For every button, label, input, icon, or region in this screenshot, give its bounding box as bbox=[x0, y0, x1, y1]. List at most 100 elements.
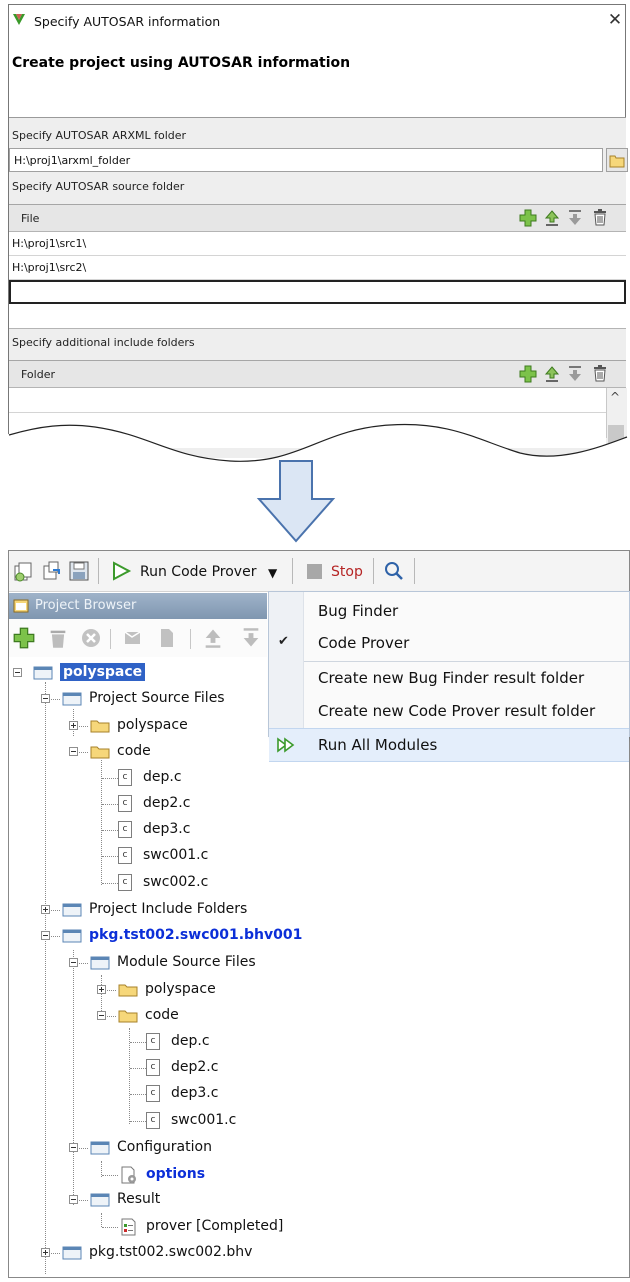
expand-icon[interactable] bbox=[97, 985, 106, 994]
tree-node-module-swc001[interactable]: pkg.tst002.swc001.bhv001 bbox=[89, 927, 302, 943]
checkmark-icon: ✔ bbox=[278, 634, 289, 649]
tree-node-file[interactable]: swc002.c bbox=[143, 874, 208, 890]
result-icon bbox=[121, 1218, 136, 1236]
menu-item-new-bug-finder-result-folder[interactable]: Create new Bug Finder result folder bbox=[318, 669, 584, 687]
browse-folder-button[interactable] bbox=[606, 148, 628, 172]
move-up-icon[interactable] bbox=[543, 209, 561, 227]
move-down-icon[interactable] bbox=[566, 365, 584, 383]
source-row-path: H:\proj1\src1\ bbox=[12, 237, 87, 250]
run-icon[interactable] bbox=[110, 560, 132, 582]
tree-node-polyspace[interactable]: polyspace bbox=[145, 981, 216, 997]
remove-icon[interactable] bbox=[80, 627, 102, 649]
delete-icon[interactable] bbox=[47, 627, 69, 649]
toolbar-separator bbox=[98, 558, 99, 584]
module-icon bbox=[62, 929, 82, 943]
tree-node-project-include-folders[interactable]: Project Include Folders bbox=[89, 901, 247, 917]
module-icon[interactable] bbox=[122, 627, 144, 649]
toolbar-separator bbox=[190, 629, 191, 649]
tree-node-file[interactable]: dep2.c bbox=[171, 1059, 218, 1075]
move-down-icon[interactable] bbox=[240, 627, 262, 649]
close-icon[interactable]: ✕ bbox=[606, 10, 624, 30]
collapse-icon[interactable] bbox=[41, 694, 50, 703]
dialog-title: Specify AUTOSAR information bbox=[34, 14, 221, 29]
c-file-icon: c bbox=[146, 1059, 160, 1076]
tree-node-module-swc002[interactable]: pkg.tst002.swc002.bhv bbox=[89, 1244, 252, 1260]
source-row-path: H:\proj1\src2\ bbox=[12, 261, 87, 274]
menu-item-code-prover[interactable]: Code Prover bbox=[318, 634, 409, 652]
include-folders-label: Specify additional include folders bbox=[12, 336, 195, 349]
tree-node-file[interactable]: dep3.c bbox=[143, 821, 190, 837]
source-table-row-editing[interactable] bbox=[9, 280, 626, 304]
delete-icon[interactable] bbox=[591, 364, 609, 382]
tree-node-project-source-files[interactable]: Project Source Files bbox=[89, 690, 225, 706]
new-project-icon[interactable] bbox=[12, 560, 34, 582]
stop-icon[interactable] bbox=[307, 564, 322, 579]
stop-button[interactable]: Stop bbox=[331, 564, 363, 580]
search-icon[interactable] bbox=[383, 560, 405, 582]
run-dropdown-icon[interactable]: ▼ bbox=[268, 566, 277, 580]
move-up-icon[interactable] bbox=[543, 365, 561, 383]
add-icon[interactable] bbox=[13, 627, 35, 649]
delete-icon[interactable] bbox=[591, 208, 609, 226]
arxml-folder-label: Specify AUTOSAR ARXML folder bbox=[12, 129, 187, 142]
menu-item-bug-finder[interactable]: Bug Finder bbox=[318, 602, 398, 620]
add-icon[interactable] bbox=[519, 209, 537, 227]
add-icon[interactable] bbox=[519, 365, 537, 383]
dialog-heading: Create project using AUTOSAR information bbox=[12, 55, 351, 71]
expand-icon[interactable] bbox=[69, 721, 78, 730]
tree-node-code[interactable]: code bbox=[145, 1007, 179, 1023]
tree-node-polyspace[interactable]: polyspace bbox=[117, 717, 188, 733]
tree-node-file[interactable]: dep.c bbox=[143, 769, 182, 785]
collapse-icon[interactable] bbox=[69, 1143, 78, 1152]
expand-icon[interactable] bbox=[41, 905, 50, 914]
project-browser-header: Project Browser bbox=[9, 593, 267, 619]
tree-node-code[interactable]: code bbox=[117, 743, 151, 759]
tree-node-configuration[interactable]: Configuration bbox=[117, 1139, 212, 1155]
expand-icon[interactable] bbox=[41, 1248, 50, 1257]
tree-node-file[interactable]: dep3.c bbox=[171, 1085, 218, 1101]
collapse-icon[interactable] bbox=[41, 931, 50, 940]
move-down-icon[interactable] bbox=[566, 209, 584, 227]
toolbar-separator bbox=[110, 629, 111, 649]
source-table-empty-area bbox=[9, 304, 626, 329]
folder-icon bbox=[118, 984, 138, 997]
menu-item-new-code-prover-result-folder[interactable]: Create new Code Prover result folder bbox=[318, 702, 595, 720]
collapse-icon[interactable] bbox=[69, 958, 78, 967]
tree-node-result[interactable]: Result bbox=[117, 1191, 160, 1207]
tree-node-file[interactable]: swc001.c bbox=[171, 1112, 236, 1128]
folder-icon bbox=[90, 1193, 110, 1207]
source-table-row[interactable]: H:\proj1\src2\ bbox=[9, 256, 626, 280]
tree-node-file[interactable]: swc001.c bbox=[143, 847, 208, 863]
collapse-icon[interactable] bbox=[69, 747, 78, 756]
tree-node-prover-result[interactable]: prover [Completed] bbox=[146, 1218, 283, 1234]
tree-node-file[interactable]: dep2.c bbox=[143, 795, 190, 811]
source-table-row[interactable]: H:\proj1\src1\ bbox=[9, 232, 626, 256]
open-project-icon[interactable] bbox=[40, 560, 62, 582]
toolbar-separator bbox=[373, 558, 374, 584]
source-table-column-file: File bbox=[21, 212, 40, 225]
c-file-icon: c bbox=[118, 769, 132, 786]
collapse-icon[interactable] bbox=[13, 668, 22, 677]
arxml-folder-value: H:\proj1\arxml_folder bbox=[14, 154, 131, 167]
tree-node-file[interactable]: dep.c bbox=[171, 1033, 210, 1049]
tree-node-root[interactable]: polyspace bbox=[60, 663, 146, 681]
source-table-header: File bbox=[9, 204, 626, 232]
run-code-prover-button[interactable]: Run Code Prover bbox=[140, 564, 256, 580]
menu-item-run-all-modules[interactable]: Run All Modules bbox=[318, 736, 437, 754]
options-icon bbox=[121, 1166, 136, 1184]
save-icon[interactable] bbox=[68, 560, 90, 582]
collapse-icon[interactable] bbox=[97, 1011, 106, 1020]
collapse-icon[interactable] bbox=[69, 1195, 78, 1204]
menu-separator bbox=[304, 661, 629, 662]
tree-node-options[interactable]: options bbox=[146, 1166, 205, 1182]
folder-icon bbox=[90, 956, 110, 970]
toolbar-separator bbox=[292, 558, 293, 584]
folder-icon bbox=[62, 692, 82, 706]
tree-node-module-source-files[interactable]: Module Source Files bbox=[117, 954, 256, 970]
arxml-folder-field[interactable]: H:\proj1\arxml_folder bbox=[9, 148, 603, 172]
folder-icon bbox=[62, 903, 82, 917]
c-file-icon: c bbox=[146, 1112, 160, 1129]
move-up-icon[interactable] bbox=[202, 627, 224, 649]
heading-divider bbox=[9, 117, 626, 118]
document-icon[interactable] bbox=[156, 627, 178, 649]
